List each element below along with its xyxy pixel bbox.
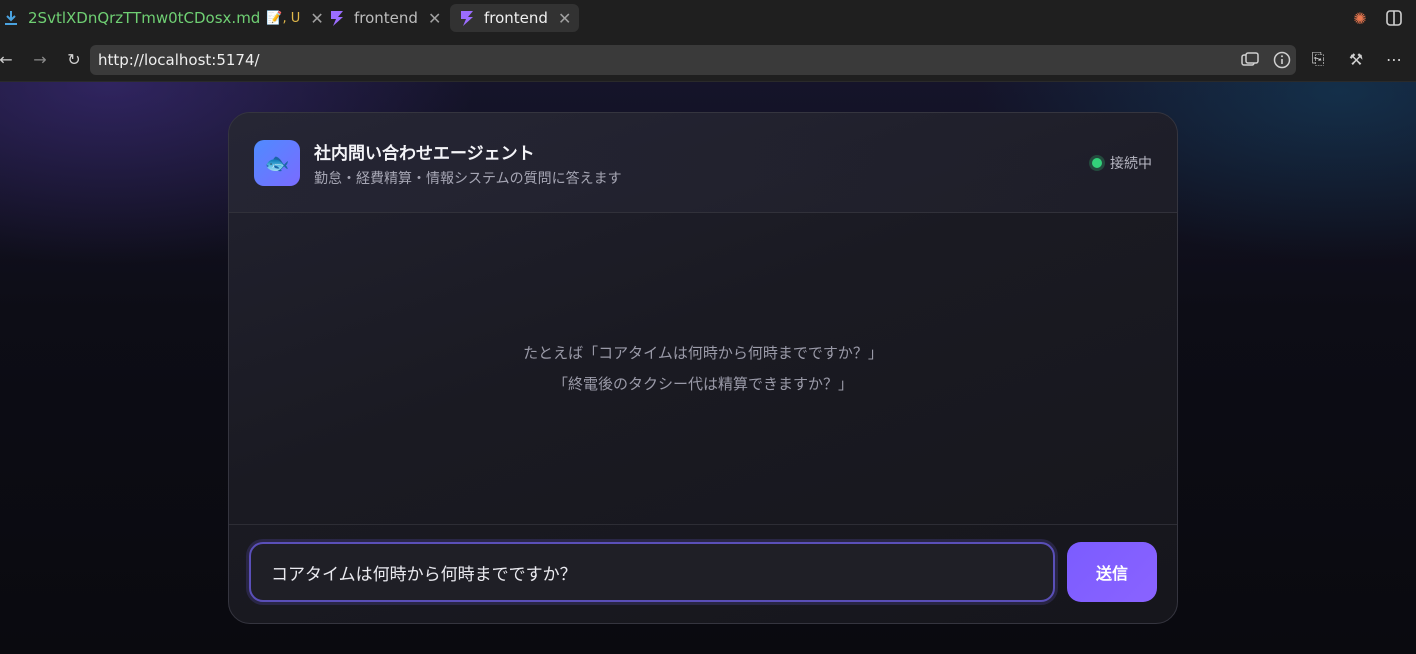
cast-icon[interactable]: ⎘ (1308, 49, 1328, 69)
split-view-icon[interactable] (1384, 8, 1404, 28)
send-button[interactable]: 送信 (1067, 542, 1157, 602)
browser-addressbar: ← → ↻ http://localhost:5174/ ⎘ ⚒ ⋯ (0, 37, 1416, 82)
url-field[interactable]: http://localhost:5174/ (90, 45, 1296, 75)
lightning-icon (328, 9, 346, 27)
page-background: 🐟 社内問い合わせエージェント 勤怠・経費精算・情報システムの質問に答えます 接… (0, 82, 1416, 654)
chat-card: 🐟 社内問い合わせエージェント 勤怠・経費精算・情報システムの質問に答えます 接… (228, 112, 1178, 624)
message-input-value: コアタイムは何時から何時までですか？ (271, 564, 577, 585)
status-label: 接続中 (1110, 156, 1152, 172)
close-icon[interactable]: ✕ (558, 9, 571, 28)
more-icon[interactable]: ⋯ (1384, 49, 1404, 69)
connection-status: 接続中 (1092, 153, 1152, 173)
close-icon[interactable]: ✕ (428, 9, 441, 28)
tab-markdown-file[interactable]: 2SvtlXDnQrzTTmw0tCDosx.md 📝, U ✕ (0, 4, 332, 32)
hint-line: 「終電後のタクシー代は精算できますか？」 (552, 374, 853, 393)
url-text: http://localhost:5174/ (98, 51, 260, 69)
app-title: 社内問い合わせエージェント (314, 144, 535, 164)
info-icon[interactable] (1272, 50, 1292, 70)
picture-in-picture-icon[interactable] (1240, 50, 1260, 70)
tab-label: 2SvtlXDnQrzTTmw0tCDosx.md (28, 9, 261, 27)
reload-icon[interactable]: ↻ (64, 49, 84, 69)
message-area: たとえば「コアタイムは何時から何時までですか？」 「終電後のタクシー代は精算でき… (229, 213, 1177, 525)
tab-frontend-1[interactable]: frontend ✕ (320, 4, 449, 32)
tab-frontend-2[interactable]: frontend ✕ (450, 4, 580, 32)
browser-tabbar: 2SvtlXDnQrzTTmw0tCDosx.md 📝, U ✕ fronten… (0, 0, 1416, 37)
file-download-icon (2, 9, 20, 27)
status-dot-icon (1092, 158, 1102, 168)
message-input[interactable]: コアタイムは何時から何時までですか？ (249, 542, 1055, 602)
tab-label: frontend (484, 9, 548, 27)
sparkle-icon[interactable]: ✺ (1350, 8, 1370, 28)
hint-line: たとえば「コアタイムは何時から何時までですか？」 (523, 343, 883, 362)
back-arrow-icon[interactable]: ← (0, 49, 16, 69)
tab-label: frontend (354, 9, 418, 27)
fish-icon: 🐟 (254, 140, 300, 186)
forward-arrow-icon[interactable]: → (30, 49, 50, 69)
lightning-icon (458, 9, 476, 27)
tools-icon[interactable]: ⚒ (1346, 49, 1366, 69)
chat-header: 🐟 社内問い合わせエージェント 勤怠・経費精算・情報システムの質問に答えます 接… (229, 113, 1177, 213)
app-subtitle: 勤怠・経費精算・情報システムの質問に答えます (314, 171, 622, 187)
composer: コアタイムは何時から何時までですか？ 送信 (229, 525, 1177, 623)
tab-badge: 📝, U (266, 10, 301, 26)
